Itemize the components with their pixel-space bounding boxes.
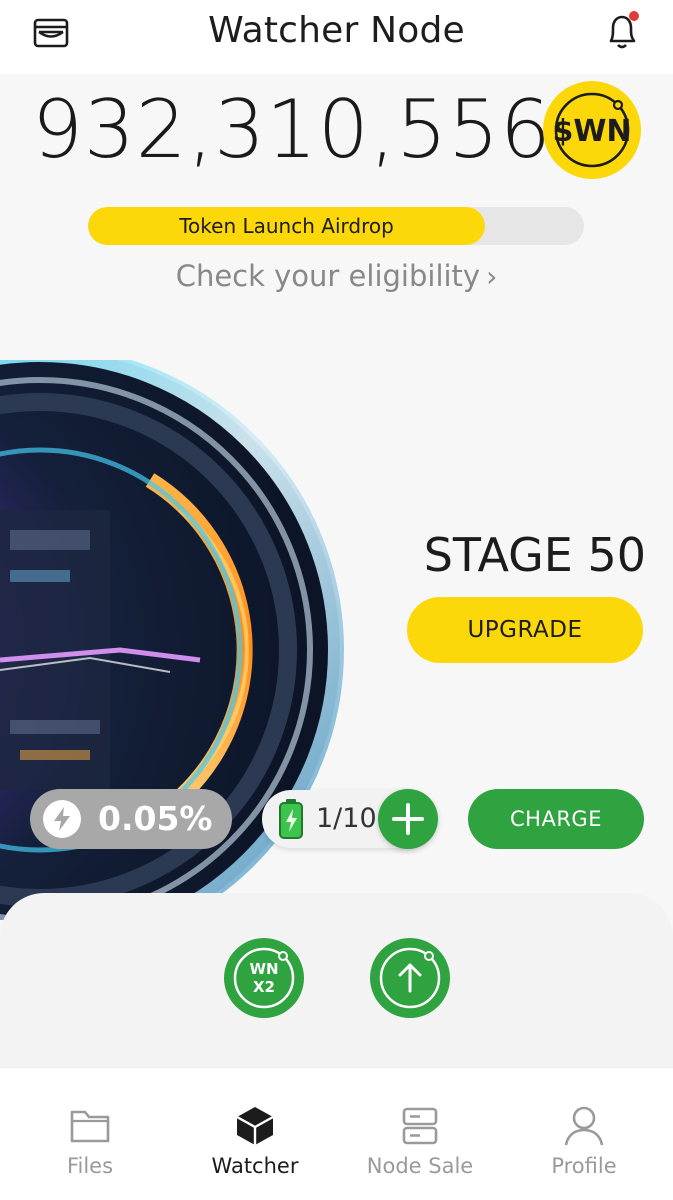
token-balance: 932,310,556: [32, 83, 552, 176]
app-header: Watcher Node: [0, 0, 673, 74]
bolt-icon: [43, 800, 81, 838]
tab-label-files: Files: [66, 1154, 114, 1178]
folder-icon: [70, 1110, 110, 1143]
tab-label-profile: Profile: [551, 1154, 617, 1178]
notification-dot: [629, 11, 639, 21]
tab-files[interactable]: Files: [6, 1068, 174, 1200]
upload-button[interactable]: [370, 938, 450, 1018]
eligibility-text: Check your eligibility: [175, 259, 481, 293]
charge-button[interactable]: CHARGE: [468, 789, 644, 849]
bottom-tab-bar: Files Watcher Node Sale Profile: [0, 1067, 673, 1200]
user-icon: [564, 1106, 604, 1146]
chevron-right-icon: ›: [486, 260, 498, 293]
check-eligibility-link[interactable]: Check your eligibility ›: [0, 259, 673, 293]
coin-symbol: $WN: [552, 114, 631, 149]
boost-label-line2: X2: [252, 978, 275, 996]
server-icon: [402, 1107, 438, 1145]
tab-watcher[interactable]: Watcher: [171, 1068, 339, 1200]
tab-label-node-sale: Node Sale: [366, 1154, 474, 1178]
add-battery-button[interactable]: [378, 789, 438, 849]
tab-label-watcher: Watcher: [211, 1154, 299, 1178]
boost-label-line1: WN: [249, 960, 279, 978]
airdrop-label: Token Launch Airdrop: [179, 214, 394, 238]
upgrade-button[interactable]: UPGRADE: [407, 597, 643, 663]
mining-rate-value: 0.05%: [98, 799, 213, 838]
cube-icon: [236, 1107, 274, 1145]
tab-node-sale[interactable]: Node Sale: [336, 1068, 504, 1200]
arrow-up-icon: [379, 947, 441, 1009]
wn-x2-boost-button[interactable]: WN X2: [224, 938, 304, 1018]
tab-profile[interactable]: Profile: [500, 1068, 668, 1200]
battery-count: 1/10: [316, 803, 377, 834]
battery-icon: [279, 799, 303, 839]
notifications-button[interactable]: [598, 8, 646, 54]
stage-label: STAGE 50: [423, 528, 646, 582]
wn-coin-logo: $WN: [542, 80, 642, 180]
page-title: Watcher Node: [208, 10, 465, 51]
mining-rate-badge: 0.05%: [30, 789, 232, 849]
bell-icon: [609, 11, 639, 49]
plus-icon: [392, 803, 424, 835]
actions-sheet: [0, 893, 673, 1093]
airdrop-progress-bar[interactable]: Token Launch Airdrop: [88, 207, 584, 245]
